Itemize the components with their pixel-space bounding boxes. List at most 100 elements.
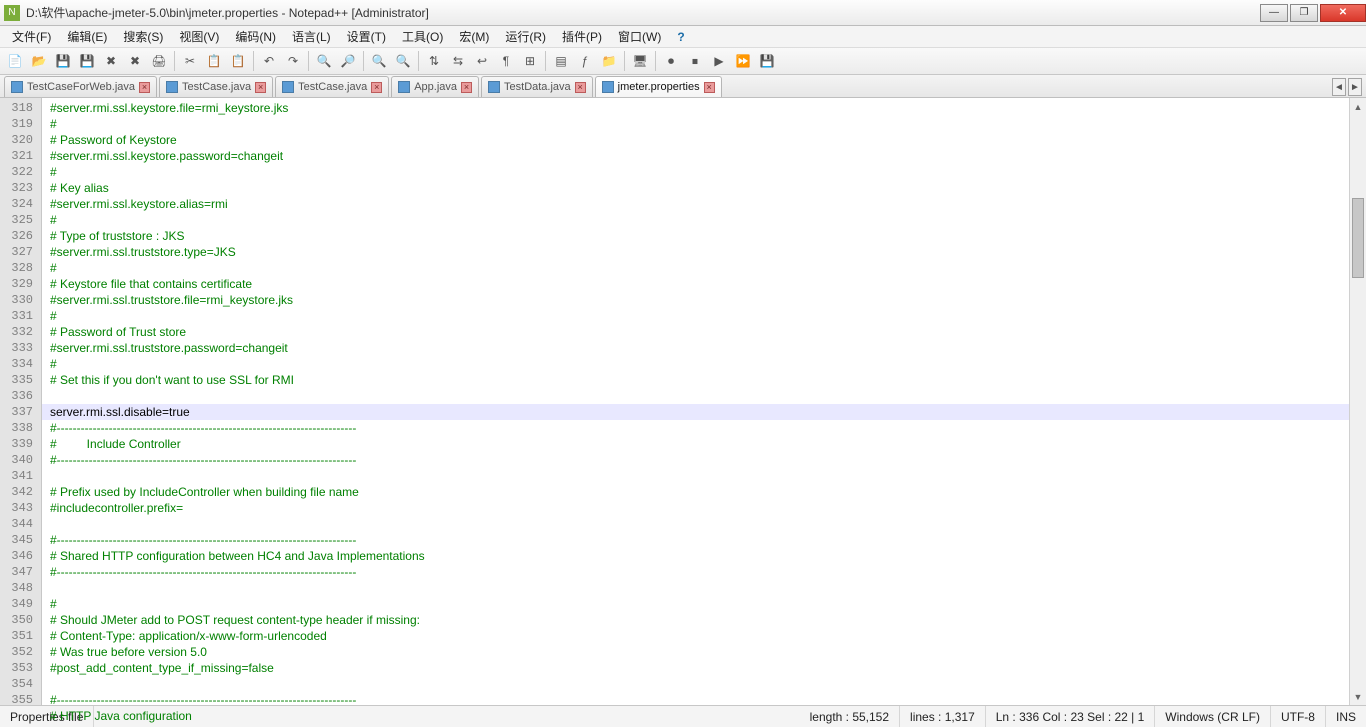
menu-view[interactable]: 视图(V) <box>171 26 227 47</box>
scroll-up-icon[interactable]: ▲ <box>1350 98 1366 115</box>
code-line[interactable]: #server.rmi.ssl.keystore.alias=rmi <box>42 196 1349 212</box>
code-line[interactable]: # Key alias <box>42 180 1349 196</box>
save-macro-icon[interactable]: 💾 <box>756 50 778 72</box>
code-line[interactable]: # <box>42 308 1349 324</box>
code-line[interactable]: #server.rmi.ssl.keystore.password=change… <box>42 148 1349 164</box>
code-line[interactable]: # <box>42 356 1349 372</box>
tab-4[interactable]: TestData.java× <box>481 76 593 97</box>
close-all-icon[interactable]: ✖ <box>124 50 146 72</box>
code-line[interactable] <box>42 468 1349 484</box>
play-icon[interactable]: ▶ <box>708 50 730 72</box>
code-line[interactable]: #post_add_content_type_if_missing=false <box>42 660 1349 676</box>
code-line[interactable]: #includecontroller.prefix= <box>42 500 1349 516</box>
code-area[interactable]: #server.rmi.ssl.keystore.file=rmi_keysto… <box>42 98 1349 705</box>
open-file-icon[interactable]: 📂 <box>28 50 50 72</box>
paste-icon[interactable]: 📋 <box>227 50 249 72</box>
code-line[interactable]: # <box>42 596 1349 612</box>
monitor-icon[interactable]: 🖥 <box>629 50 651 72</box>
tab-close-icon[interactable]: × <box>255 82 266 93</box>
scroll-thumb[interactable] <box>1352 198 1364 278</box>
menu-file[interactable]: 文件(F) <box>4 26 59 47</box>
menu-encoding[interactable]: 编码(N) <box>227 26 284 47</box>
sync-v-icon[interactable]: ⇅ <box>423 50 445 72</box>
function-list-icon[interactable]: ƒ <box>574 50 596 72</box>
wrap-icon[interactable]: ↩ <box>471 50 493 72</box>
indent-guide-icon[interactable]: ⊞ <box>519 50 541 72</box>
cut-icon[interactable]: ✂ <box>179 50 201 72</box>
menu-plugins[interactable]: 插件(P) <box>554 26 610 47</box>
record-icon[interactable]: ⏺ <box>660 50 682 72</box>
tab-2[interactable]: TestCase.java× <box>275 76 389 97</box>
save-all-icon[interactable]: 💾 <box>76 50 98 72</box>
tab-3[interactable]: App.java× <box>391 76 479 97</box>
code-line[interactable] <box>42 516 1349 532</box>
undo-icon[interactable]: ↶ <box>258 50 280 72</box>
tab-close-icon[interactable]: × <box>704 82 715 93</box>
menu-search[interactable]: 搜索(S) <box>115 26 171 47</box>
close-button[interactable]: ✕ <box>1320 4 1366 22</box>
code-line[interactable]: #server.rmi.ssl.truststore.file=rmi_keys… <box>42 292 1349 308</box>
code-line[interactable]: # HTTP Java configuration <box>42 708 1349 724</box>
code-line[interactable]: # Shared HTTP configuration between HC4 … <box>42 548 1349 564</box>
tab-1[interactable]: TestCase.java× <box>159 76 273 97</box>
maximize-button[interactable]: ❐ <box>1290 4 1318 22</box>
folder-tree-icon[interactable]: 📁 <box>598 50 620 72</box>
code-line[interactable]: # <box>42 116 1349 132</box>
copy-icon[interactable]: 📋 <box>203 50 225 72</box>
code-line[interactable] <box>42 580 1349 596</box>
code-line[interactable]: #---------------------------------------… <box>42 564 1349 580</box>
tab-close-icon[interactable]: × <box>575 82 586 93</box>
menu-tools[interactable]: 工具(O) <box>394 26 451 47</box>
vertical-scrollbar[interactable]: ▲ ▼ <box>1349 98 1366 705</box>
tab-scroll-right-icon[interactable]: ► <box>1348 78 1362 96</box>
code-line[interactable]: # Include Controller <box>42 436 1349 452</box>
redo-icon[interactable]: ↷ <box>282 50 304 72</box>
scroll-down-icon[interactable]: ▼ <box>1350 688 1366 705</box>
code-line[interactable]: #server.rmi.ssl.truststore.password=chan… <box>42 340 1349 356</box>
stop-record-icon[interactable]: ⏹ <box>684 50 706 72</box>
doc-map-icon[interactable]: ▤ <box>550 50 572 72</box>
tab-close-icon[interactable]: × <box>461 82 472 93</box>
code-line[interactable]: #---------------------------------------… <box>42 692 1349 708</box>
menu-help[interactable]: ? <box>669 28 692 46</box>
code-line[interactable]: #---------------------------------------… <box>42 532 1349 548</box>
code-line[interactable]: # Prefix used by IncludeController when … <box>42 484 1349 500</box>
tab-0[interactable]: TestCaseForWeb.java× <box>4 76 157 97</box>
zoom-out-icon[interactable]: 🔍 <box>392 50 414 72</box>
code-line[interactable]: #---------------------------------------… <box>42 452 1349 468</box>
code-line[interactable]: server.rmi.ssl.disable=true <box>42 404 1349 420</box>
menu-macro[interactable]: 宏(M) <box>451 26 497 47</box>
tab-5[interactable]: jmeter.properties× <box>595 76 722 97</box>
menu-language[interactable]: 语言(L) <box>284 26 339 47</box>
code-line[interactable]: # Should JMeter add to POST request cont… <box>42 612 1349 628</box>
code-line[interactable]: # Keystore file that contains certificat… <box>42 276 1349 292</box>
sync-h-icon[interactable]: ⇆ <box>447 50 469 72</box>
play-multi-icon[interactable]: ⏩ <box>732 50 754 72</box>
code-line[interactable]: # Content-Type: application/x-www-form-u… <box>42 628 1349 644</box>
code-line[interactable]: # <box>42 212 1349 228</box>
code-line[interactable]: # <box>42 260 1349 276</box>
code-line[interactable] <box>42 676 1349 692</box>
code-line[interactable]: # Password of Trust store <box>42 324 1349 340</box>
tab-close-icon[interactable]: × <box>139 82 150 93</box>
find-icon[interactable]: 🔍 <box>313 50 335 72</box>
code-line[interactable]: #---------------------------------------… <box>42 420 1349 436</box>
menu-settings[interactable]: 设置(T) <box>339 26 394 47</box>
code-line[interactable]: # Set this if you don't want to use SSL … <box>42 372 1349 388</box>
minimize-button[interactable]: — <box>1260 4 1288 22</box>
code-line[interactable]: # Type of truststore : JKS <box>42 228 1349 244</box>
tab-scroll-left-icon[interactable]: ◄ <box>1332 78 1346 96</box>
tab-close-icon[interactable]: × <box>371 82 382 93</box>
save-icon[interactable]: 💾 <box>52 50 74 72</box>
new-file-icon[interactable]: 📄 <box>4 50 26 72</box>
menu-edit[interactable]: 编辑(E) <box>59 26 115 47</box>
menu-window[interactable]: 窗口(W) <box>610 26 669 47</box>
all-chars-icon[interactable]: ¶ <box>495 50 517 72</box>
code-line[interactable]: # Password of Keystore <box>42 132 1349 148</box>
code-line[interactable]: # Was true before version 5.0 <box>42 644 1349 660</box>
menu-run[interactable]: 运行(R) <box>497 26 554 47</box>
close-file-icon[interactable]: ✖ <box>100 50 122 72</box>
code-line[interactable]: # <box>42 164 1349 180</box>
replace-icon[interactable]: 🔎 <box>337 50 359 72</box>
print-icon[interactable]: 🖨 <box>148 50 170 72</box>
